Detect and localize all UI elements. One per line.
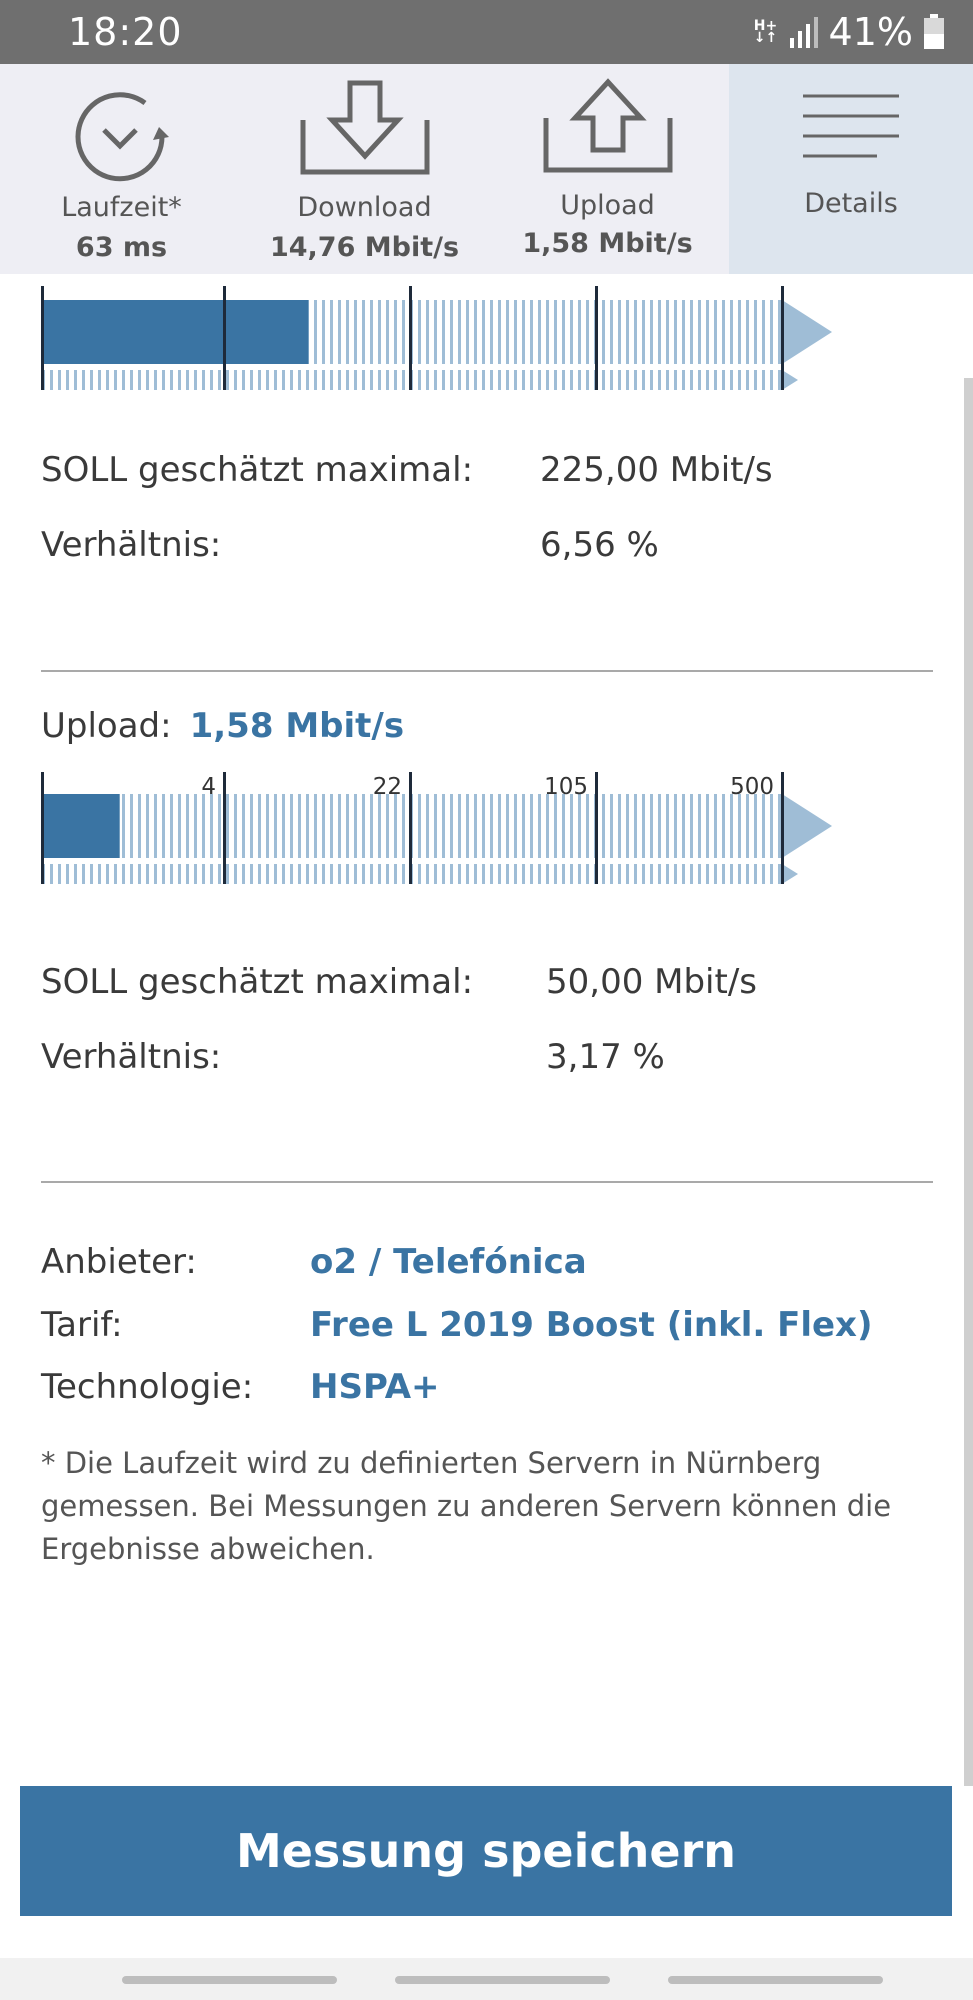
technology-value: HSPA+ bbox=[310, 1367, 440, 1407]
tab-value: 63 ms bbox=[75, 232, 168, 263]
tab-upload[interactable]: Upload 1,58 Mbit/s bbox=[486, 64, 729, 274]
network-type-icon: H+ ↓↑ bbox=[753, 18, 778, 46]
bar-arrow bbox=[782, 794, 832, 858]
measurement-tabbar: Laufzeit* 63 ms Download 14,76 Mbit/s Up… bbox=[0, 64, 973, 274]
battery-level: 41% bbox=[828, 10, 913, 54]
scale-separator bbox=[41, 772, 44, 884]
tariff-label: Tarif: bbox=[41, 1305, 123, 1345]
tab-value: 1,58 Mbit/s bbox=[522, 228, 693, 259]
scale-separator bbox=[781, 286, 784, 390]
tab-value: 14,76 Mbit/s bbox=[269, 232, 460, 263]
scale-separator bbox=[409, 286, 412, 390]
tab-label: Details bbox=[804, 188, 898, 219]
section-divider bbox=[41, 670, 933, 672]
download-soll-label: SOLL geschätzt maximal: bbox=[41, 450, 474, 490]
nav-recents-button[interactable] bbox=[122, 1976, 337, 1984]
upload-heading: Upload: 1,58 Mbit/s bbox=[41, 706, 404, 746]
scale-separator bbox=[409, 772, 412, 884]
upload-bar-chart: 4 22 105 500 bbox=[41, 772, 832, 884]
system-nav-bar bbox=[0, 1958, 973, 2000]
technology-label: Technologie: bbox=[41, 1367, 254, 1407]
download-soll-value: 225,00 Mbit/s bbox=[540, 450, 773, 490]
bar-fill bbox=[42, 794, 120, 858]
upload-tray-icon bbox=[543, 78, 672, 173]
upload-soll-label: SOLL geschätzt maximal: bbox=[41, 962, 474, 1002]
bar-arrow bbox=[782, 300, 832, 364]
tab-details[interactable]: Details bbox=[729, 64, 973, 274]
save-measurement-button[interactable]: Messung speichern bbox=[20, 1786, 952, 1916]
stripe-arrow bbox=[782, 370, 798, 390]
download-tray-icon bbox=[300, 80, 429, 175]
tab-label: Upload bbox=[560, 190, 655, 221]
provider-value: o2 / Telefónica bbox=[310, 1242, 587, 1282]
scale-tick-label: 105 bbox=[544, 774, 588, 800]
download-ratio-label: Verhältnis: bbox=[41, 525, 222, 565]
scrollbar[interactable] bbox=[964, 378, 973, 1786]
battery-icon bbox=[924, 14, 944, 49]
provider-label: Anbieter: bbox=[41, 1242, 197, 1282]
stripe-arrow bbox=[782, 864, 798, 884]
scale-separator bbox=[781, 772, 784, 884]
scale-separator bbox=[223, 772, 226, 884]
upload-value: 1,58 Mbit/s bbox=[189, 706, 405, 746]
scale-tick-label: 4 bbox=[201, 774, 216, 800]
status-time: 18:20 bbox=[68, 10, 183, 54]
tariff-value: Free L 2019 Boost (inkl. Flex) bbox=[310, 1305, 873, 1345]
tab-laufzeit[interactable]: Laufzeit* 63 ms bbox=[0, 64, 243, 274]
tab-download[interactable]: Download 14,76 Mbit/s bbox=[243, 64, 486, 274]
upload-soll-value: 50,00 Mbit/s bbox=[546, 962, 758, 1002]
scale-separator bbox=[41, 286, 44, 390]
download-bar-chart bbox=[41, 286, 832, 390]
status-icons: H+ ↓↑ 41% bbox=[753, 10, 945, 54]
tab-label: Laufzeit* bbox=[61, 192, 182, 223]
scale-separator bbox=[595, 286, 598, 390]
scale-separator bbox=[595, 772, 598, 884]
list-lines-icon bbox=[803, 94, 899, 158]
nav-home-button[interactable] bbox=[395, 1976, 610, 1984]
footnote: * Die Laufzeit wird zu definierten Serve… bbox=[41, 1446, 892, 1566]
section-divider bbox=[41, 1181, 933, 1183]
upload-ratio-label: Verhältnis: bbox=[41, 1037, 222, 1077]
signal-icon bbox=[789, 17, 818, 48]
scale-tick-label: 22 bbox=[373, 774, 402, 800]
upload-ratio-value: 3,17 % bbox=[546, 1037, 665, 1077]
bar-fill bbox=[42, 300, 309, 364]
status-bar: 18:20 H+ ↓↑ 41% bbox=[0, 0, 973, 64]
upload-label: Upload: bbox=[41, 706, 172, 746]
scale-separator bbox=[223, 286, 226, 390]
tab-label: Download bbox=[297, 192, 432, 223]
download-ratio-value: 6,56 % bbox=[540, 525, 659, 565]
clock-refresh-icon bbox=[75, 92, 169, 182]
scale-tick-label: 500 bbox=[730, 774, 774, 800]
nav-back-button[interactable] bbox=[668, 1976, 883, 1984]
